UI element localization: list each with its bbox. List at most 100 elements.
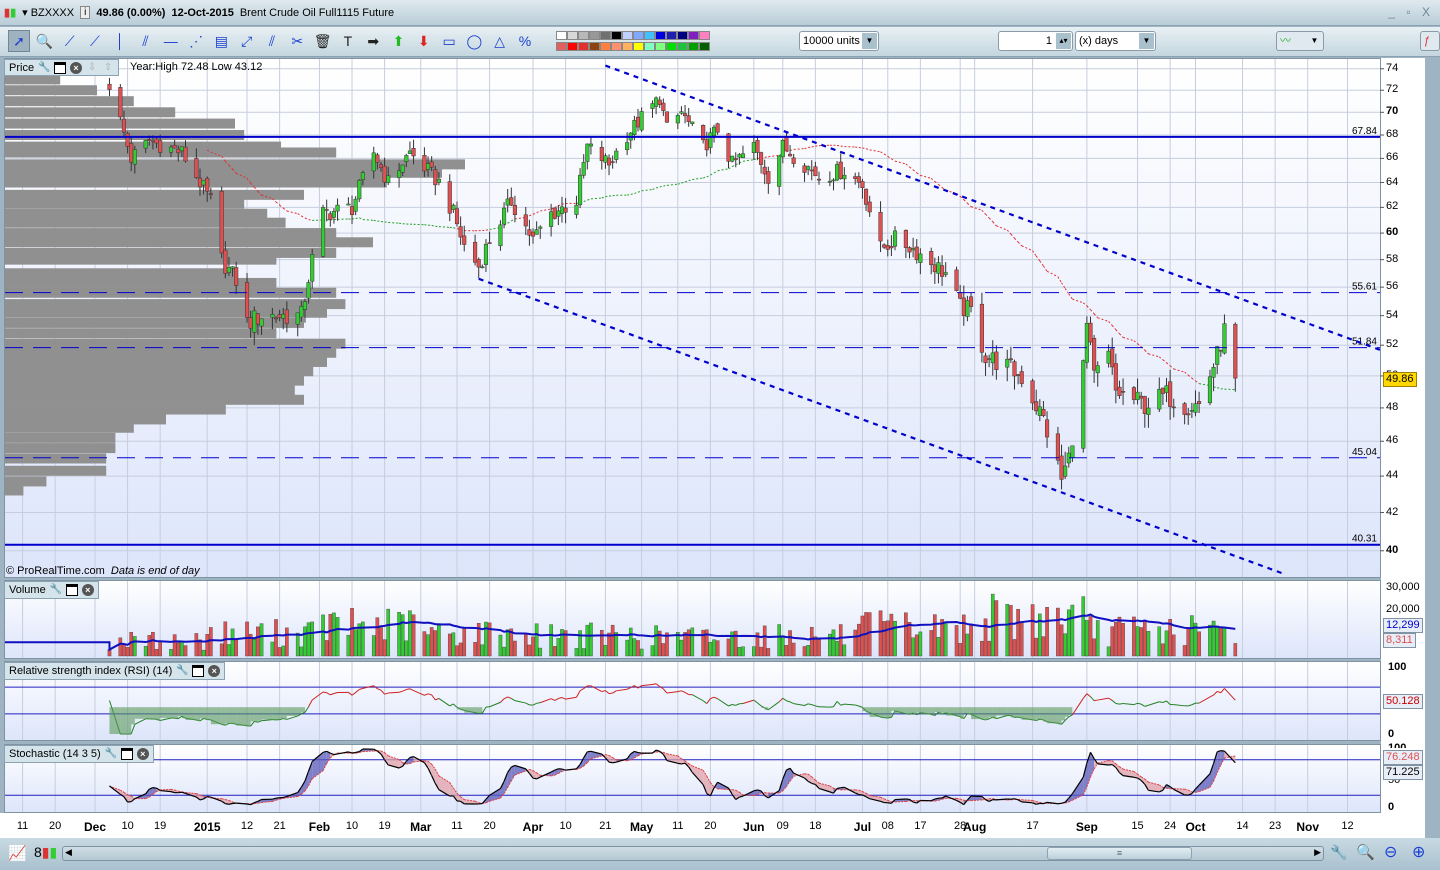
volume-bar	[386, 608, 391, 657]
window-icon[interactable]	[192, 665, 205, 677]
moving-average-segment	[731, 164, 736, 168]
candle-body	[635, 116, 641, 128]
moving-average-segment	[558, 203, 563, 207]
move-down-icon[interactable]: ⇩	[86, 62, 98, 74]
volume-bar	[1009, 605, 1013, 657]
candle-body	[990, 352, 995, 364]
wrench-icon[interactable]: 🔧	[50, 584, 62, 596]
moving-average-segment	[710, 172, 715, 176]
rsi-oversold-fill	[297, 707, 302, 714]
candle-body	[864, 188, 869, 205]
wrench-icon[interactable]: 🔧	[105, 748, 117, 760]
moving-average-segment	[891, 158, 896, 162]
rsi-label: Relative strength index (RSI) (14)	[9, 665, 173, 677]
volume-profile-bar	[5, 237, 373, 248]
rsi-line-segment	[333, 692, 338, 695]
move-up-icon[interactable]: ⇧	[102, 62, 114, 74]
rsi-line-segment	[199, 717, 204, 722]
rsi-line-segment	[500, 698, 505, 703]
moving-average-segment	[1111, 325, 1117, 331]
candle-body	[581, 162, 586, 176]
rsi-oversold-fill	[967, 707, 972, 715]
rsi-oversold-fill	[880, 707, 885, 718]
candle-body	[208, 193, 213, 195]
close-icon[interactable]: ×	[136, 748, 149, 760]
candle-body	[664, 111, 670, 123]
rsi-line-segment	[681, 690, 686, 693]
candle-body	[1218, 349, 1223, 352]
rsi-line-segment	[435, 698, 440, 701]
candle-body	[219, 190, 224, 254]
candle-body	[556, 210, 561, 217]
stochastic-d-line	[956, 797, 961, 800]
window-icon[interactable]	[54, 61, 67, 74]
volume-bar	[781, 635, 785, 657]
rsi-line-segment	[308, 699, 313, 707]
rsi-line-segment	[782, 697, 787, 702]
volume-bar	[889, 613, 894, 657]
moving-average-segment	[1158, 356, 1164, 361]
volume-bar	[321, 614, 325, 657]
moving-average-segment	[634, 191, 639, 194]
volume-bar	[574, 648, 579, 657]
rsi-line-segment	[532, 702, 537, 706]
candle-body	[907, 247, 912, 253]
volume-bar	[762, 625, 767, 657]
volume-bar	[256, 626, 260, 657]
window-icon[interactable]	[65, 584, 78, 596]
candle-body	[578, 174, 583, 206]
stochastic-k-line	[333, 753, 338, 756]
window-icon[interactable]	[120, 748, 133, 760]
volume-bar	[505, 629, 510, 657]
rsi-oversold-fill	[884, 707, 888, 718]
close-icon[interactable]: ×	[208, 665, 221, 677]
rsi-oversold-fill	[152, 707, 157, 720]
volume-bar	[1186, 627, 1191, 657]
candle-body	[1139, 395, 1144, 399]
volume-bar	[513, 640, 517, 657]
volume-profile-bar	[5, 404, 226, 415]
rsi-oversold-fill	[232, 707, 237, 725]
candle-body	[675, 115, 680, 124]
candle-body	[552, 207, 557, 219]
volume-bar	[835, 640, 839, 657]
volume-profile-bar	[5, 443, 116, 454]
volume-bar	[857, 623, 861, 657]
volume-bar	[209, 627, 213, 657]
candle-body	[911, 248, 916, 251]
candle-body	[1222, 323, 1227, 354]
volume-bar	[1059, 624, 1064, 657]
candle-body	[107, 83, 112, 90]
volume-bar	[650, 645, 655, 657]
volume-bar	[324, 640, 329, 657]
wrench-icon[interactable]: 🔧	[38, 62, 50, 74]
volume-bar	[1233, 643, 1238, 657]
rsi-oversold-fill	[257, 707, 262, 721]
rsi-line-segment	[768, 701, 780, 711]
volume-moving-average	[5, 613, 1236, 652]
volume-bar	[585, 624, 590, 657]
rsi-oversold-fill	[225, 707, 229, 724]
moving-average-segment	[1021, 245, 1033, 252]
close-icon[interactable]: ×	[70, 61, 83, 74]
volume-bar	[962, 614, 966, 657]
rsi-line-segment	[1217, 690, 1221, 694]
candle-body	[1110, 348, 1115, 368]
volume-bar	[480, 644, 485, 657]
volume-bar	[802, 646, 807, 657]
candle-body	[679, 111, 684, 114]
rsi-oversold-fill	[1032, 707, 1037, 721]
candle-body	[483, 243, 489, 265]
rsi-oversold-fill	[913, 707, 917, 715]
volume-bar	[397, 612, 401, 657]
moving-average-segment	[431, 224, 436, 227]
wrench-icon[interactable]: 🔧	[176, 665, 188, 677]
moving-average-segment	[1068, 293, 1073, 300]
rsi-line-segment	[887, 716, 892, 719]
close-icon[interactable]: ×	[81, 584, 94, 596]
rsi-oversold-fill	[174, 707, 179, 719]
volume-bar	[133, 636, 137, 657]
candle-body	[1088, 322, 1093, 343]
stochastic-k-line	[152, 787, 157, 789]
moving-average-segment	[988, 217, 994, 223]
